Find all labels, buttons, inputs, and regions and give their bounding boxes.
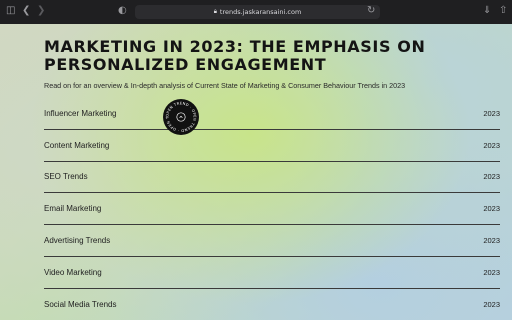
svg-text:OPEN TREND · OPEN TREND · OPEN: OPEN TREND · OPEN TREND · OPEN TREND · <box>163 99 197 133</box>
title-line-2: Personalized Engagement <box>44 55 327 74</box>
trend-label: Email Marketing <box>44 204 102 214</box>
trend-year: 2023 <box>483 108 500 118</box>
trend-year: 2023 <box>483 172 500 182</box>
trend-row-seo-trends[interactable]: SEO Trends 2023 <box>44 162 500 194</box>
trend-label: Influencer Marketing <box>44 108 117 118</box>
trend-label: Social Media Trends <box>44 299 117 309</box>
trend-row-influencer-marketing[interactable]: Influencer Marketing 2023 <box>44 98 500 130</box>
trend-list: Influencer Marketing 2023 Content Market… <box>44 98 500 320</box>
browser-toolbar: ◫ ❮ ❯ ◐ 🔒︎ trends.jaskaransaini.com ↻ ⇓ … <box>0 0 512 24</box>
open-trend-badge[interactable]: OPEN TREND · OPEN TREND · OPEN TREND · <box>163 99 199 135</box>
trend-label: Advertising Trends <box>44 236 111 246</box>
trend-year: 2023 <box>483 236 500 246</box>
shield-icon[interactable]: ◐ <box>118 6 127 16</box>
url-text: trends.jaskaransaini.com <box>219 8 302 16</box>
trend-row-advertising-trends[interactable]: Advertising Trends 2023 <box>44 225 500 257</box>
trend-row-video-marketing[interactable]: Video Marketing 2023 <box>44 257 500 289</box>
trend-row-email-marketing[interactable]: Email Marketing 2023 <box>44 193 500 226</box>
badge-ring: OPEN TREND · OPEN TREND · OPEN TREND · <box>163 99 197 133</box>
lock-icon: 🔒︎ <box>213 8 217 15</box>
page-title: Marketing in 2023: The Emphasis on Perso… <box>44 38 484 74</box>
trend-row-social-media-trends[interactable]: Social Media Trends 2023 <box>44 289 500 320</box>
address-bar[interactable]: 🔒︎ trends.jaskaransaini.com <box>135 5 380 19</box>
forward-arrow-icon[interactable]: ❯ <box>37 6 45 16</box>
trend-year: 2023 <box>483 299 500 309</box>
badge-text: OPEN TREND · OPEN TREND · OPEN TREND · <box>163 99 196 133</box>
trend-year: 2023 <box>483 140 500 150</box>
sidebar-icon[interactable]: ◫ <box>6 6 15 16</box>
reload-icon[interactable]: ↻ <box>367 6 375 16</box>
trend-year: 2023 <box>483 204 500 214</box>
trend-label: SEO Trends <box>44 172 88 182</box>
badge-center-icon <box>176 112 186 122</box>
trend-label: Content Marketing <box>44 140 110 150</box>
title-line-1: Marketing in 2023: The Emphasis on <box>44 37 426 56</box>
back-arrow-icon[interactable]: ❮ <box>22 6 30 16</box>
page-subtitle: Read on for an overview & In-depth analy… <box>44 81 406 90</box>
download-icon[interactable]: ⇓ <box>483 6 491 16</box>
share-icon[interactable]: ⇧ <box>499 6 507 16</box>
trend-year: 2023 <box>483 267 500 277</box>
trend-row-content-marketing[interactable]: Content Marketing 2023 <box>44 130 500 162</box>
page-content: Marketing in 2023: The Emphasis on Perso… <box>0 24 512 320</box>
badge-arrow-icon <box>179 115 183 119</box>
trend-label: Video Marketing <box>44 267 102 277</box>
